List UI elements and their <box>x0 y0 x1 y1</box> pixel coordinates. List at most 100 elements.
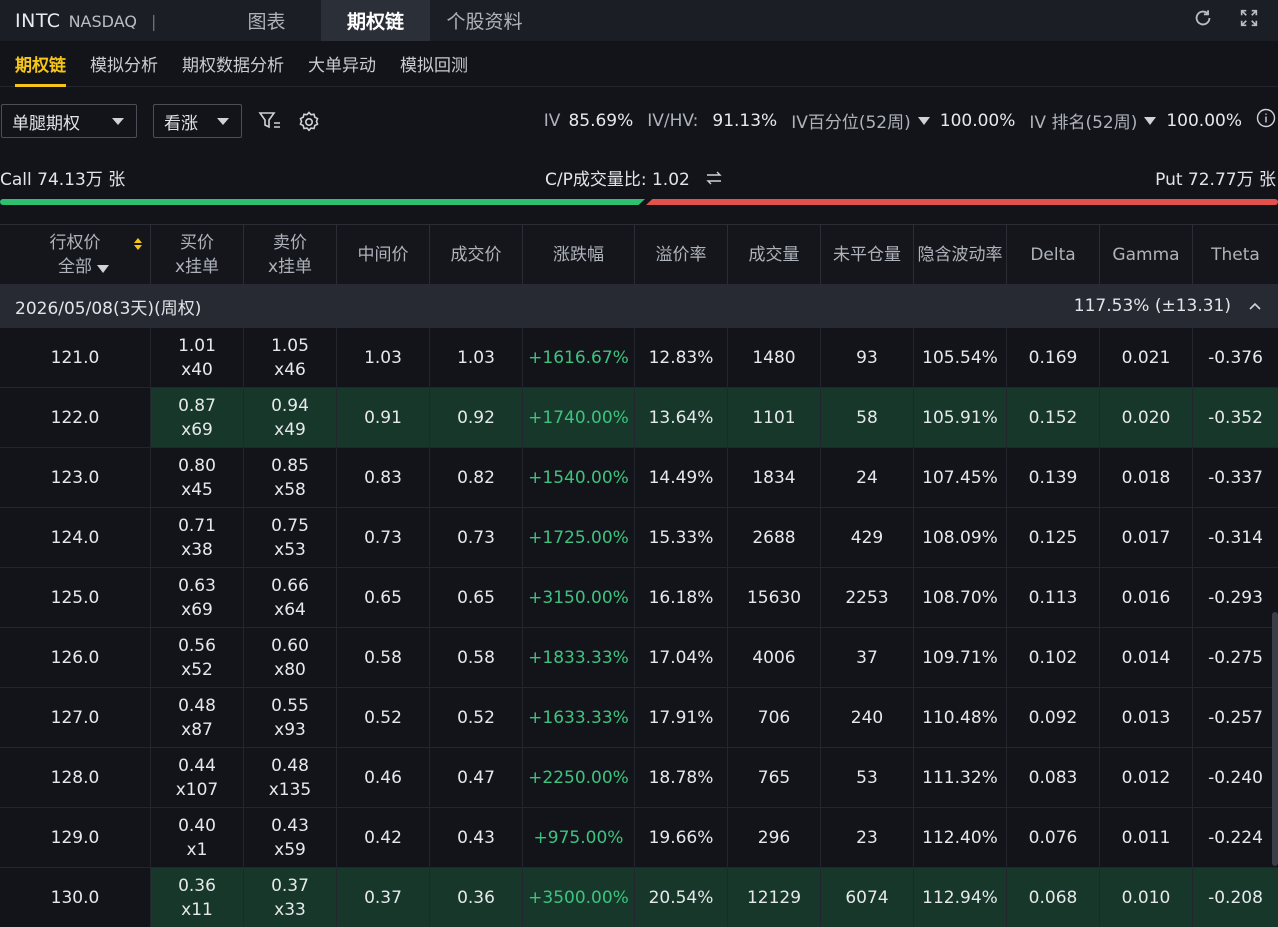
subtab-backtest[interactable]: 模拟回测 <box>400 41 468 87</box>
cell-theta-value: -0.337 <box>1208 467 1263 488</box>
table-row[interactable]: 130.0 0.36 x11 0.37 x33 0.37 0.36 +3500.00% 20.5… <box>0 868 1278 927</box>
expiry-group-header[interactable]: 2026/05/08(3天)(周权) 117.53% (±13.31) <box>0 284 1278 328</box>
settings-icon[interactable] <box>297 110 321 139</box>
cell-gamma: 0.016 <box>1100 568 1193 627</box>
tab-chart[interactable]: 图表 <box>212 0 321 41</box>
cell-ask[interactable]: 1.05 x46 <box>244 328 337 387</box>
table-body: 121.0 1.01 x40 1.05 x46 1.03 1.03 +1616.67% 12.8… <box>0 328 1278 927</box>
cell-bidsz-value: x11 <box>181 899 213 920</box>
cell-bid[interactable]: 0.87 x69 <box>151 388 244 447</box>
cell-vol-value: 765 <box>757 767 791 788</box>
cell-oi-value: 37 <box>856 647 878 668</box>
cell-bid[interactable]: 0.80 x45 <box>151 448 244 507</box>
cell-gamma-value: 0.020 <box>1121 407 1171 428</box>
cell-ask[interactable]: 0.37 x33 <box>244 868 337 927</box>
cell-strike: 129.0 <box>0 808 151 867</box>
call-volume: Call 74.13万 张 <box>0 170 126 190</box>
cell-iv: 112.40% <box>914 808 1007 867</box>
fullscreen-icon[interactable] <box>1238 7 1260 34</box>
iv-label: IV <box>543 110 561 131</box>
column-header[interactable]: 行权价 全部 <box>0 225 151 284</box>
cell-ask[interactable]: 0.60 x80 <box>244 628 337 687</box>
cell-bid[interactable]: 0.56 x52 <box>151 628 244 687</box>
cell-theta: -0.275 <box>1193 628 1278 687</box>
cell-delta: 0.113 <box>1007 568 1100 627</box>
table-row[interactable]: 125.0 0.63 x69 0.66 x64 0.65 0.65 +3150.00% 16.1… <box>0 568 1278 628</box>
cell-oi-value: 93 <box>856 347 878 368</box>
cell-last-value: 1.03 <box>457 347 495 368</box>
scrollbar[interactable] <box>1272 612 1278 866</box>
caret-down-icon[interactable] <box>1144 116 1157 125</box>
cell-ask[interactable]: 0.75 x53 <box>244 508 337 567</box>
direction-dropdown[interactable]: 看涨 <box>153 104 242 138</box>
cell-ask[interactable]: 0.55 x93 <box>244 688 337 747</box>
subtab-simulation[interactable]: 模拟分析 <box>90 41 158 87</box>
cell-theta: -0.240 <box>1193 748 1278 807</box>
cell-mid-value: 0.83 <box>364 467 402 488</box>
cell-gamma: 0.013 <box>1100 688 1193 747</box>
cell-bid[interactable]: 0.44 x107 <box>151 748 244 807</box>
subtab-large-trades[interactable]: 大单异动 <box>308 41 376 87</box>
put-volume-bar <box>646 199 1278 205</box>
caret-down-icon[interactable] <box>97 265 109 273</box>
cell-oi: 2253 <box>821 568 914 627</box>
cell-iv-value: 109.71% <box>922 647 998 668</box>
cell-bid[interactable]: 0.40 x1 <box>151 808 244 867</box>
cell-last-value: 0.82 <box>457 467 495 488</box>
cell-delta: 0.092 <box>1007 688 1100 747</box>
table-row[interactable]: 129.0 0.40 x1 0.43 x59 0.42 0.43 +975.00% 19.66%… <box>0 808 1278 868</box>
cell-bid[interactable]: 1.01 x40 <box>151 328 244 387</box>
info-icon[interactable] <box>1256 108 1276 133</box>
sort-icon[interactable] <box>132 237 144 251</box>
cell-ask[interactable]: 0.85 x58 <box>244 448 337 507</box>
table-row[interactable]: 126.0 0.56 x52 0.60 x80 0.58 0.58 +1833.33% 17.0… <box>0 628 1278 688</box>
cell-delta-value: 0.076 <box>1028 827 1078 848</box>
cell-asksz-value: x59 <box>274 839 306 860</box>
cell-mid: 0.58 <box>337 628 430 687</box>
cell-theta-value: -0.352 <box>1208 407 1263 428</box>
caret-down-icon[interactable] <box>917 116 930 125</box>
table-row[interactable]: 121.0 1.01 x40 1.05 x46 1.03 1.03 +1616.67% 12.8… <box>0 328 1278 388</box>
cell-prem-value: 18.78% <box>648 767 714 788</box>
cell-iv: 108.70% <box>914 568 1007 627</box>
cell-last-value: 0.52 <box>457 707 495 728</box>
cell-bid[interactable]: 0.48 x87 <box>151 688 244 747</box>
cell-chg: +3500.00% <box>523 868 635 927</box>
cell-chg: +1616.67% <box>523 328 635 387</box>
strike-filter-label[interactable]: 全部 <box>58 255 92 279</box>
cell-bid-value: 0.80 <box>178 455 216 476</box>
cell-bid[interactable]: 0.71 x38 <box>151 508 244 567</box>
filter-icon[interactable] <box>258 110 282 137</box>
cell-ask[interactable]: 0.43 x59 <box>244 808 337 867</box>
cell-ask[interactable]: 0.66 x64 <box>244 568 337 627</box>
chevron-up-icon[interactable] <box>1247 296 1263 316</box>
direction-value: 看涨 <box>164 113 198 134</box>
cell-iv-value: 105.54% <box>922 347 998 368</box>
cell-bidsz-value: x69 <box>181 419 213 440</box>
cell-bid[interactable]: 0.36 x11 <box>151 868 244 927</box>
cell-bid[interactable]: 0.63 x69 <box>151 568 244 627</box>
table-row[interactable]: 122.0 0.87 x69 0.94 x49 0.91 0.92 +1740.00% 13.6… <box>0 388 1278 448</box>
refresh-icon[interactable] <box>1192 7 1214 34</box>
table-row[interactable]: 128.0 0.44 x107 0.48 x135 0.46 0.47 +2250.00% 18… <box>0 748 1278 808</box>
subtab-option-data[interactable]: 期权数据分析 <box>182 41 284 87</box>
cell-vol-value: 4006 <box>752 647 796 668</box>
cell-prem-value: 19.66% <box>648 827 714 848</box>
cell-asksz-value: x64 <box>274 599 306 620</box>
cell-last: 0.43 <box>430 808 523 867</box>
tab-option-chain[interactable]: 期权链 <box>321 0 430 41</box>
tab-profile[interactable]: 个股资料 <box>430 0 539 41</box>
table-row[interactable]: 127.0 0.48 x87 0.55 x93 0.52 0.52 +1633.33% 17.9… <box>0 688 1278 748</box>
cell-gamma-value: 0.018 <box>1121 467 1171 488</box>
strategy-dropdown[interactable]: 单腿期权 <box>1 104 137 138</box>
swap-icon[interactable] <box>705 170 723 190</box>
subtab-option-chain[interactable]: 期权链 <box>15 41 66 87</box>
cell-ask[interactable]: 0.48 x135 <box>244 748 337 807</box>
cell-theta-value: -0.208 <box>1208 887 1263 908</box>
table-row[interactable]: 123.0 0.80 x45 0.85 x58 0.83 0.82 +1540.00% 14.4… <box>0 448 1278 508</box>
cell-ask[interactable]: 0.94 x49 <box>244 388 337 447</box>
iv-percentile-stat[interactable]: IV百分位(52周) 100.00% <box>791 108 1015 134</box>
iv-rank-stat[interactable]: IV 排名(52周) 100.00% <box>1029 108 1242 134</box>
table-row[interactable]: 124.0 0.71 x38 0.75 x53 0.73 0.73 +1725.00% 15.3… <box>0 508 1278 568</box>
cell-oi-value: 6074 <box>845 887 889 908</box>
